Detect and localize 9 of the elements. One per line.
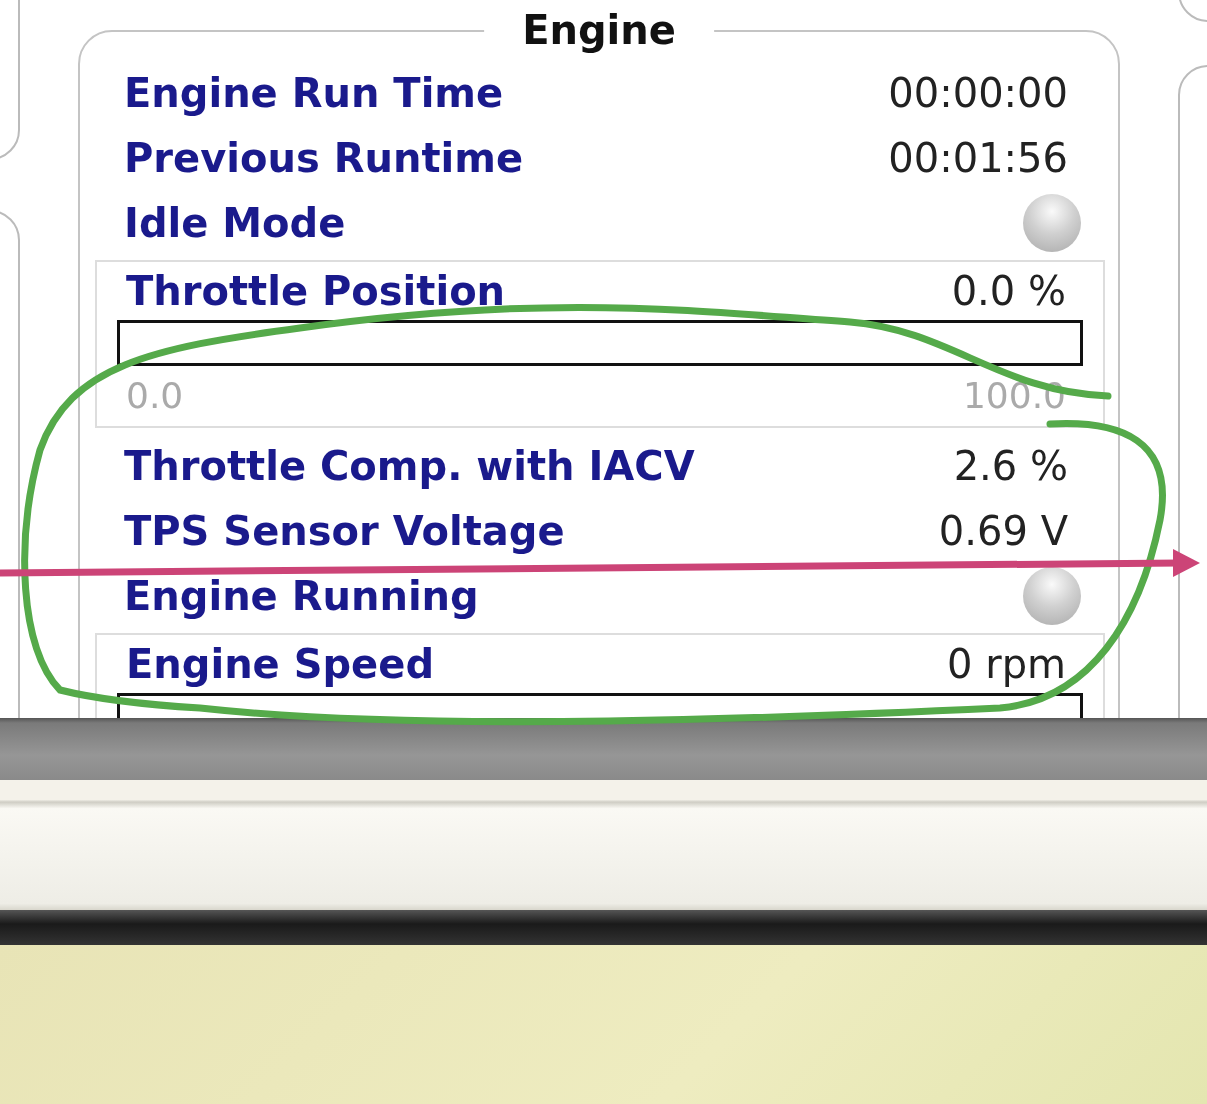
field-value: 2.6 % bbox=[953, 445, 1068, 486]
field-value: 0.69 V bbox=[938, 510, 1068, 551]
field-value: 00:00:00 bbox=[888, 72, 1068, 113]
field-value: 0.0 % bbox=[951, 271, 1066, 311]
field-label: Previous Runtime bbox=[124, 137, 524, 178]
field-label: Idle Mode bbox=[124, 202, 346, 243]
field-value: 00:01:56 bbox=[888, 137, 1068, 178]
scale-min: 0.0 bbox=[126, 374, 184, 418]
field-label: Throttle Position bbox=[126, 271, 506, 311]
